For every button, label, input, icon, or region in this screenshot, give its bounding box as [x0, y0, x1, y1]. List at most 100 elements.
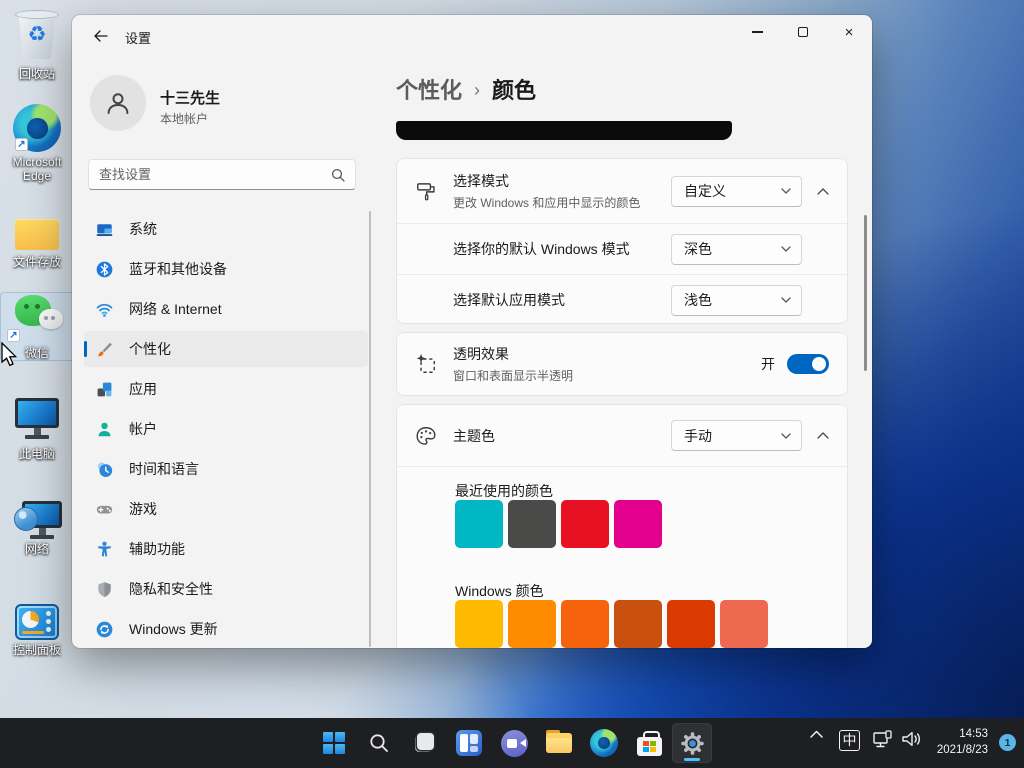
- chevron-down-icon: [781, 246, 791, 252]
- shortcut-arrow-icon: ↗: [7, 329, 20, 342]
- chevron-down-icon: [781, 433, 791, 439]
- sidebar-item-label: 辅助功能: [129, 539, 185, 559]
- breadcrumb: 个性化 › 颜色: [396, 73, 536, 105]
- sidebar-item-network[interactable]: 网络 & Internet: [84, 291, 368, 327]
- desktop-icon-label: 此电脑: [19, 447, 55, 461]
- windows-colors-label: Windows 颜色: [455, 581, 544, 601]
- app-mode-label: 选择默认应用模式: [453, 290, 565, 310]
- collapse-chevron-icon[interactable]: [811, 179, 835, 203]
- shortcut-arrow-icon: ↗: [15, 138, 28, 151]
- breadcrumb-parent[interactable]: 个性化: [396, 73, 462, 105]
- wifi-icon: [96, 301, 113, 318]
- notification-badge[interactable]: 1: [999, 734, 1016, 751]
- transparency-toggle[interactable]: [787, 354, 829, 374]
- transparency-card: 透明效果 窗口和表面显示半透明 开: [396, 332, 848, 396]
- system-icon: [96, 221, 113, 238]
- sidebar-item-windows-update[interactable]: Windows 更新: [84, 611, 368, 647]
- windows-mode-value: 深色: [684, 239, 781, 259]
- settings-window: 设置 × 十三先生 本地帐户 系统 蓝牙和其他设备 网络 & Internet: [72, 15, 872, 648]
- sidebar-item-system[interactable]: 系统: [84, 211, 368, 247]
- color-swatch[interactable]: [720, 600, 768, 648]
- sidebar-item-apps[interactable]: 应用: [84, 371, 368, 407]
- desktop-icon-recycle-bin[interactable]: ♻ 回收站: [1, 8, 73, 81]
- desktop-icon-this-pc[interactable]: 此电脑: [1, 392, 73, 461]
- gamepad-icon: [96, 501, 113, 518]
- file-explorer-button[interactable]: [539, 723, 579, 763]
- widgets-icon: [456, 730, 482, 756]
- tray-time: 14:53: [937, 726, 988, 742]
- color-swatch[interactable]: [561, 500, 609, 548]
- chat-button[interactable]: [494, 723, 534, 763]
- windows-mode-row[interactable]: 选择你的默认 Windows 模式 深色: [397, 223, 847, 274]
- color-swatch[interactable]: [561, 600, 609, 648]
- sidebar-item-personalization[interactable]: 个性化: [84, 331, 368, 367]
- color-swatch[interactable]: [455, 600, 503, 648]
- paint-roller-icon: [415, 180, 437, 202]
- start-button[interactable]: [314, 723, 354, 763]
- app-mode-dropdown[interactable]: 浅色: [671, 285, 802, 316]
- avatar[interactable]: [90, 75, 146, 131]
- color-swatch[interactable]: [508, 600, 556, 648]
- volume-tray-icon[interactable]: [898, 730, 924, 748]
- person-icon: [103, 88, 133, 118]
- sidebar-item-label: 蓝牙和其他设备: [129, 259, 227, 279]
- desktop-icon-edge[interactable]: ↗ Microsoft Edge: [1, 100, 73, 183]
- choose-mode-subtitle: 更改 Windows 和应用中显示的颜色: [453, 194, 640, 211]
- settings-taskbar-button[interactable]: [672, 723, 712, 763]
- chevron-down-icon: [781, 297, 791, 303]
- hidden-icons-chevron[interactable]: [804, 730, 828, 738]
- widgets-button[interactable]: [449, 723, 489, 763]
- edge-icon: [590, 729, 618, 757]
- network-tray-icon[interactable]: [870, 730, 896, 750]
- windows-mode-label: 选择你的默认 Windows 模式: [453, 239, 630, 259]
- profile-name: 十三先生: [160, 87, 220, 108]
- search-input[interactable]: [89, 167, 331, 182]
- search-box[interactable]: [88, 159, 356, 190]
- sidebar-item-label: 游戏: [129, 499, 157, 519]
- tray-clock[interactable]: 14:53 2021/8/23: [937, 726, 988, 758]
- app-mode-row[interactable]: 选择默认应用模式 浅色: [397, 274, 847, 325]
- bluetooth-icon: [96, 261, 113, 278]
- desktop-icon-folder[interactable]: 文件存放: [1, 200, 73, 269]
- store-icon: [637, 737, 662, 756]
- desktop-icon-label: 网络: [25, 542, 49, 556]
- ime-indicator[interactable]: 中: [839, 730, 860, 751]
- content-scrollbar[interactable]: [864, 215, 867, 371]
- mode-dropdown[interactable]: 自定义: [671, 176, 802, 207]
- back-button[interactable]: [84, 23, 116, 49]
- sidebar-item-label: 应用: [129, 379, 157, 399]
- minimize-button[interactable]: [734, 15, 780, 49]
- collapse-chevron-icon[interactable]: [811, 424, 835, 448]
- color-swatch[interactable]: [455, 500, 503, 548]
- desktop-icon-control-panel[interactable]: 控制面板: [1, 588, 73, 657]
- choose-mode-row[interactable]: 选择模式 更改 Windows 和应用中显示的颜色 自定义: [397, 159, 847, 223]
- maximize-button[interactable]: [780, 15, 826, 49]
- color-swatch[interactable]: [508, 500, 556, 548]
- sidebar-item-gaming[interactable]: 游戏: [84, 491, 368, 527]
- color-swatch[interactable]: [614, 600, 662, 648]
- accent-color-row[interactable]: 主题色 手动: [397, 405, 847, 467]
- this-pc-icon: [15, 398, 59, 439]
- task-view-button[interactable]: [404, 723, 444, 763]
- sidebar-item-privacy[interactable]: 隐私和安全性: [84, 571, 368, 607]
- desktop-icon-network[interactable]: 网络: [1, 487, 73, 556]
- edge-button[interactable]: [584, 723, 624, 763]
- close-button[interactable]: ×: [826, 15, 872, 49]
- accent-mode-dropdown[interactable]: 手动: [671, 420, 802, 451]
- color-swatch[interactable]: [614, 500, 662, 548]
- sidebar-item-time-language[interactable]: 时间和语言: [84, 451, 368, 487]
- sidebar-item-accounts[interactable]: 帐户: [84, 411, 368, 447]
- accent-color-card: 主题色 手动 最近使用的颜色 Windows 颜色: [396, 404, 848, 648]
- windows-mode-dropdown[interactable]: 深色: [671, 234, 802, 265]
- color-swatch[interactable]: [667, 600, 715, 648]
- taskbar-search-button[interactable]: [359, 723, 399, 763]
- sidebar-item-bluetooth[interactable]: 蓝牙和其他设备: [84, 251, 368, 287]
- update-icon: [96, 621, 113, 638]
- account-icon: [96, 421, 113, 438]
- clock-icon: [96, 461, 113, 478]
- sidebar-item-accessibility[interactable]: 辅助功能: [84, 531, 368, 567]
- store-button[interactable]: [629, 723, 669, 763]
- sidebar-scrollbar[interactable]: [369, 211, 371, 647]
- titlebar[interactable]: 设置 ×: [72, 15, 872, 57]
- transparency-row[interactable]: 透明效果 窗口和表面显示半透明 开: [397, 333, 847, 395]
